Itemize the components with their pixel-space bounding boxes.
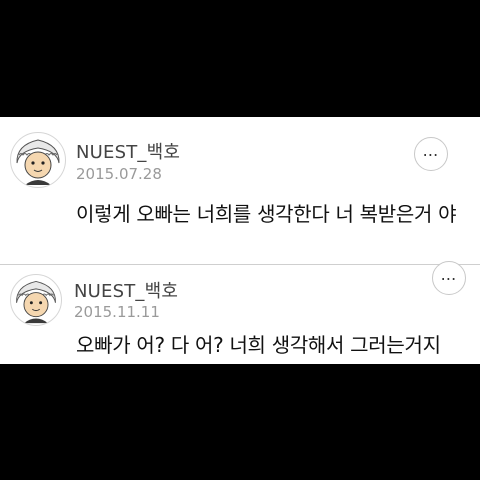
more-options-icon: ⋯ xyxy=(422,144,440,164)
more-options-button[interactable]: ⋯ xyxy=(432,261,466,295)
comment-card: NUEST_백호 2015.07.28 이렇게 오빠는 너희를 생각한다 너 복… xyxy=(0,117,480,264)
post-text: 이렇게 오빠는 너희를 생각한다 너 복받은거 야 xyxy=(76,202,457,226)
comment-card: NUEST_백호 2015.11.11 오빠가 어? 다 어? 너희 생각해서 … xyxy=(0,261,480,364)
more-options-icon: ⋯ xyxy=(440,268,458,288)
avatar[interactable] xyxy=(10,132,66,188)
avatar[interactable] xyxy=(10,274,62,326)
character-avatar-icon xyxy=(16,139,60,185)
post-text: 오빠가 어? 다 어? 너희 생각해서 그러는거지 xyxy=(76,333,441,357)
post-date: 2015.11.11 xyxy=(74,303,160,321)
post-date: 2015.07.28 xyxy=(76,165,162,183)
username[interactable]: NUEST_백호 xyxy=(76,138,180,164)
character-avatar-icon xyxy=(16,281,56,324)
username[interactable]: NUEST_백호 xyxy=(74,277,178,303)
more-options-button[interactable]: ⋯ xyxy=(414,137,448,171)
